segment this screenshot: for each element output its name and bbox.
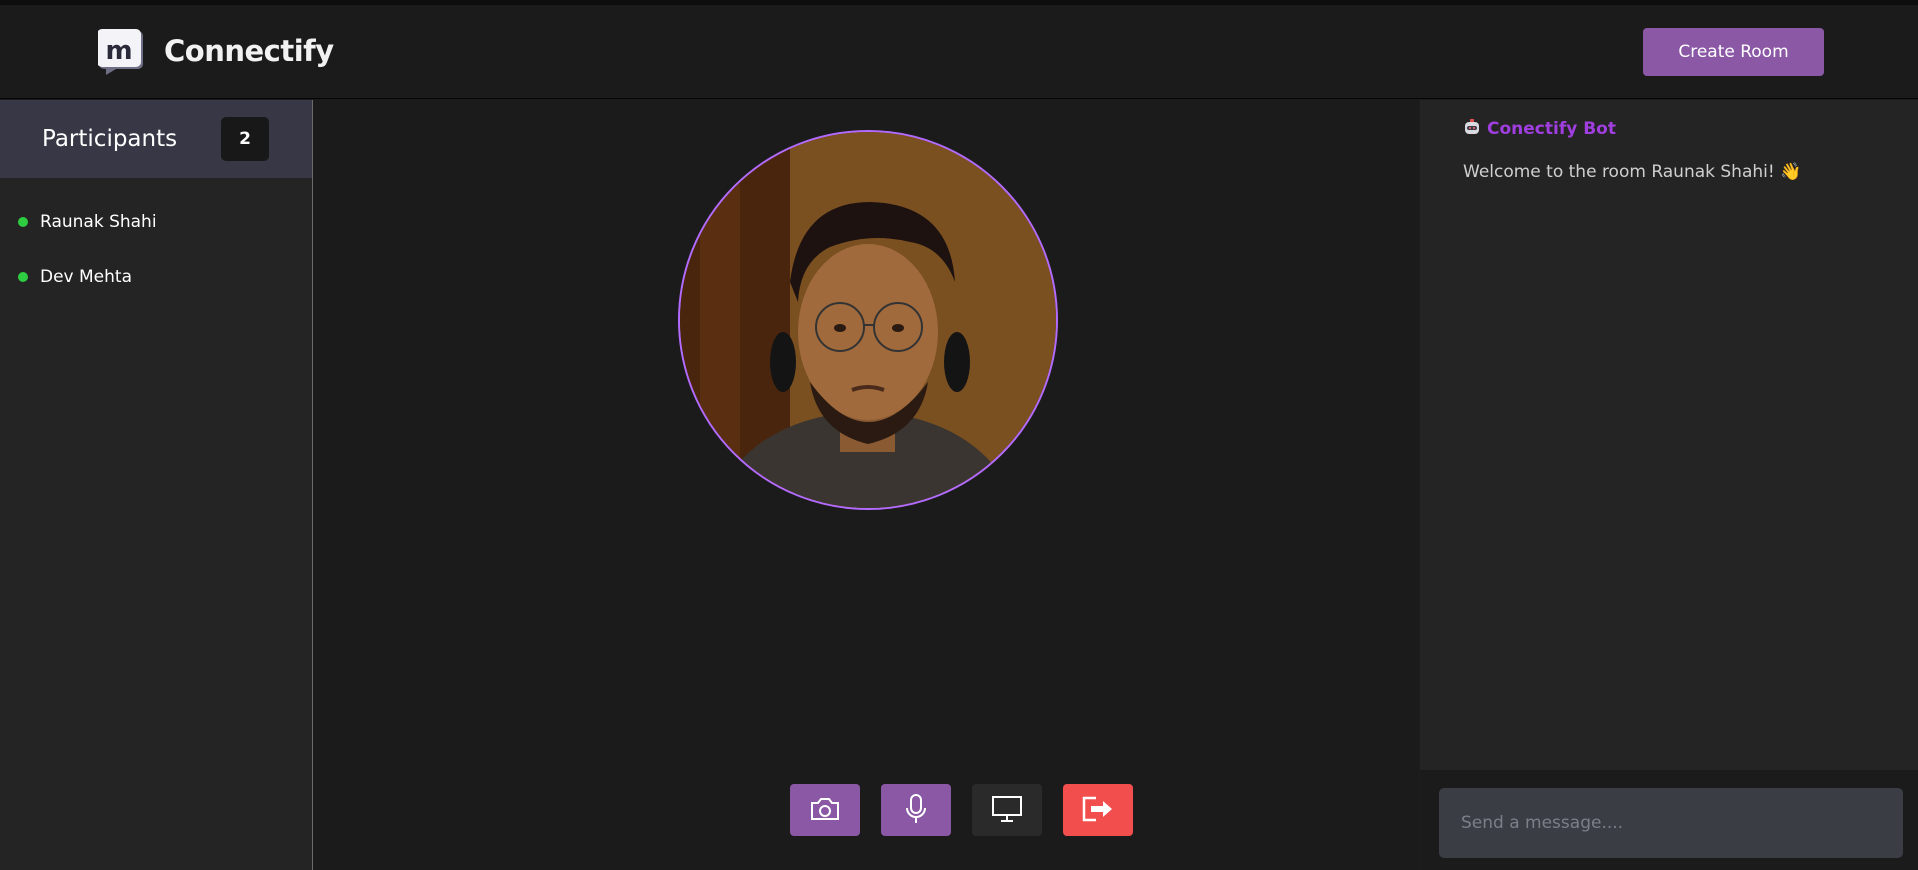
svg-text:m: m bbox=[105, 36, 132, 66]
participants-header: Participants 2 bbox=[0, 100, 312, 178]
screen-share-button[interactable] bbox=[972, 784, 1042, 836]
person-video-image bbox=[680, 132, 1056, 508]
message-input[interactable] bbox=[1439, 788, 1903, 858]
participants-sidebar: Participants 2 Raunak Shahi Dev Mehta bbox=[0, 100, 313, 870]
microphone-toggle-button[interactable] bbox=[881, 784, 951, 836]
call-controls bbox=[790, 784, 1133, 836]
create-room-button[interactable]: Create Room bbox=[1643, 28, 1824, 76]
message-author-name: Conectify Bot bbox=[1487, 119, 1616, 139]
leave-icon bbox=[1081, 795, 1115, 826]
microphone-icon bbox=[904, 793, 928, 828]
chat-message: Conectify Bot Welcome to the room Raunak… bbox=[1420, 100, 1918, 182]
header: m Connectify Create Room bbox=[0, 5, 1918, 99]
online-status-dot bbox=[18, 271, 28, 282]
app-root: m Connectify Create Room Participants 2 … bbox=[0, 0, 1918, 870]
robot-icon bbox=[1463, 118, 1481, 140]
participant-item[interactable]: Dev Mehta bbox=[0, 249, 312, 304]
participant-name: Dev Mehta bbox=[40, 266, 132, 287]
camera-icon bbox=[809, 796, 841, 825]
connectify-logo-icon: m bbox=[97, 27, 144, 75]
message-author: Conectify Bot bbox=[1463, 118, 1918, 140]
participant-count-badge: 2 bbox=[221, 117, 269, 161]
app-name: Connectify bbox=[164, 34, 334, 68]
participant-list: Raunak Shahi Dev Mehta bbox=[0, 178, 312, 304]
chat-footer bbox=[1420, 770, 1918, 870]
message-text: Welcome to the room Raunak Shahi! 👋 bbox=[1463, 162, 1802, 182]
chat-panel: Conectify Bot Welcome to the room Raunak… bbox=[1419, 100, 1918, 870]
camera-toggle-button[interactable] bbox=[790, 784, 860, 836]
online-status-dot bbox=[18, 216, 28, 227]
participant-name: Raunak Shahi bbox=[40, 211, 157, 232]
video-stage bbox=[314, 100, 1419, 870]
brand[interactable]: m Connectify bbox=[97, 27, 334, 75]
participants-title: Participants bbox=[42, 126, 178, 152]
leave-call-button[interactable] bbox=[1063, 784, 1133, 836]
local-video-feed bbox=[678, 130, 1058, 510]
monitor-icon bbox=[991, 795, 1023, 826]
participant-item[interactable]: Raunak Shahi bbox=[0, 194, 312, 249]
